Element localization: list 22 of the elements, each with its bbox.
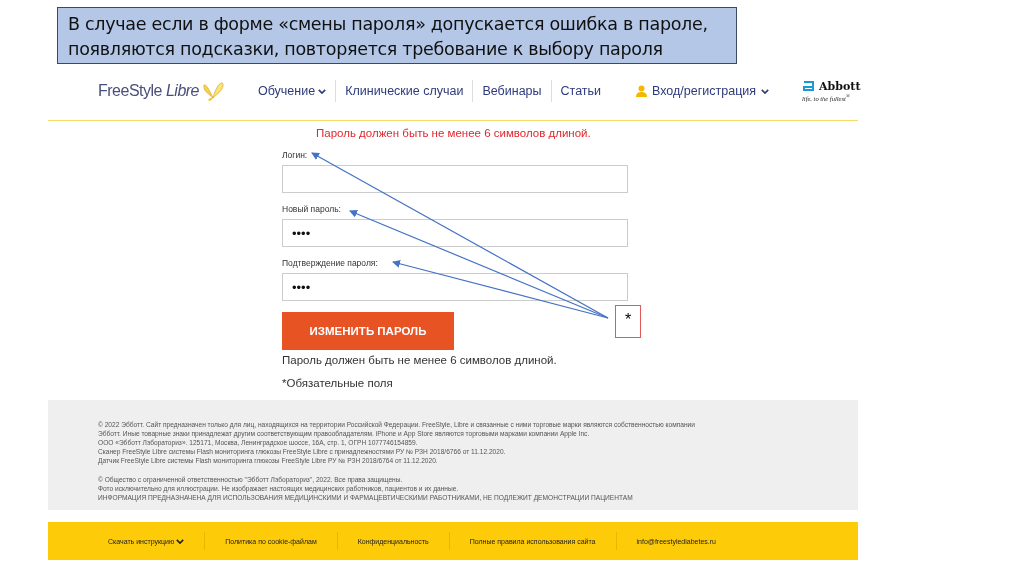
- abbott-logo-icon: [802, 80, 817, 93]
- callout-text: В случае если в форме «смены пароля» допускается ошибка в пароле, появляются подсказки, повторяется требование к выбору пароля: [57, 7, 737, 64]
- butterfly-icon: [201, 80, 225, 102]
- nav-link[interactable]: Клинические случаи: [336, 84, 473, 98]
- nav-link[interactable]: Вебинары: [473, 84, 551, 98]
- nav-link[interactable]: Обучение: [249, 84, 336, 98]
- nav-link[interactable]: Статьи: [551, 84, 611, 98]
- error-message: Пароль должен быть не менее 6 символов длиной.: [316, 127, 592, 139]
- input-field[interactable]: ••••: [282, 273, 628, 301]
- hint-text: Пароль должен быть не менее 6 символов длиной.: [282, 354, 558, 366]
- login-link[interactable]: Вход/регистрация: [636, 84, 770, 98]
- annotation-mark: *: [615, 305, 641, 338]
- change-password-button[interactable]: ИЗМЕНИТЬ ПАРОЛЬ: [282, 312, 454, 350]
- required-note: *Обязательные поля: [282, 377, 394, 389]
- field-label: Новый пароль:: [282, 204, 342, 214]
- input-field[interactable]: ••••: [282, 219, 628, 247]
- field-label: Логин:: [282, 150, 309, 160]
- abbott-name: Abbott: [819, 79, 861, 93]
- input-field[interactable]: [282, 165, 628, 193]
- logo-text[interactable]: FreeStyle Libre: [98, 82, 199, 100]
- user-icon: [636, 85, 648, 97]
- field-label: Подтверждение пароля:: [282, 258, 379, 268]
